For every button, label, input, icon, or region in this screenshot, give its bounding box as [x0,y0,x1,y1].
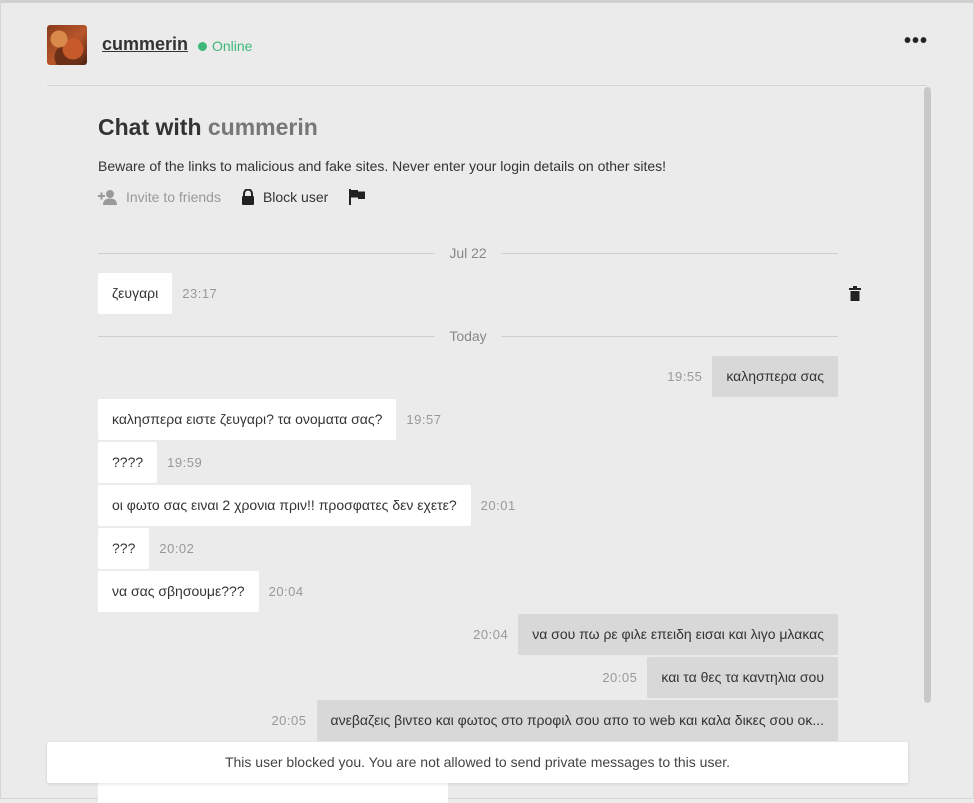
block-user-label: Block user [262,189,329,205]
online-status: Online [198,38,252,54]
message-bubble: καλησπερα σας [712,356,838,397]
message-time: 19:55 [667,369,703,384]
message-incoming: ??? 20:02 [98,528,194,569]
message-outgoing: 19:55 καλησπερα σας [667,356,838,397]
message-bubble: οι φωτο σας ειναι 2 χρονια πριν!! προσφα… [98,485,471,526]
date-separator-label: Today [449,328,487,344]
more-options-icon[interactable]: ••• [904,31,928,51]
chat-window: cummerin Online ••• Chat with cummerin B… [0,0,974,803]
report-button[interactable] [348,189,366,205]
message-incoming: καλησπερα ειστε ζευγαρι? τα ονοματα σας?… [98,399,441,440]
message-time: 20:05 [271,713,307,728]
message-time: 19:59 [167,455,203,470]
chat-title: Chat with cummerin [98,114,318,141]
message-bubble: καλησπερα ειστε ζευγαρι? τα ονοματα σας? [98,399,397,440]
flag-icon [348,189,366,205]
chat-title-prefix: Chat with [98,114,208,140]
message-bubble: ανεβαζεις βιντεο και φωτος στο προφιλ σο… [316,700,838,741]
username-link[interactable]: cummerin [102,34,188,55]
message-time: 20:04 [473,627,509,642]
message-bubble: ???? [98,442,158,483]
message-bubble: ??? [98,528,150,569]
security-warning: Beware of the links to malicious and fak… [98,158,667,174]
lock-icon [241,189,255,205]
online-dot-icon [198,41,207,51]
message-bubble: να σας σβησουμε??? [98,571,259,612]
blocked-notice: This user blocked you. You are not allow… [47,742,908,783]
message-time: 20:01 [480,498,516,513]
scrollbar[interactable] [924,87,931,703]
message-time: 20:04 [268,584,304,599]
trash-icon[interactable] [849,286,861,306]
message-time: 20:02 [159,541,195,556]
separator-line [500,335,839,337]
separator-line [500,252,839,254]
message-incoming: ζευγαρι 23:17 [98,273,217,314]
message-bubble-partial [98,783,448,803]
message-outgoing: 20:05 ανεβαζεις βιντεο και φωτος στο προ… [271,700,838,741]
separator-line [98,335,436,337]
message-outgoing: 20:05 και τα θες τα καντηλια σου [602,657,838,698]
message-outgoing: 20:04 να σου πω ρε φιλε επειδη εισαι και… [473,614,838,655]
message-time: 19:57 [406,412,442,427]
date-separator-label: Jul 22 [449,245,487,261]
message-incoming: να σας σβησουμε??? 20:04 [98,571,304,612]
message-bubble: ζευγαρι [98,273,173,314]
message-incoming: ???? 19:59 [98,442,202,483]
header-divider [47,85,927,86]
invite-to-friends-button[interactable]: Invite to friends [98,189,221,205]
chat-title-name: cummerin [207,114,318,140]
date-separator: Jul 22 [98,245,839,261]
message-time: 23:17 [182,286,218,301]
online-status-label: Online [212,38,253,54]
message-bubble: και τα θες τα καντηλια σου [647,657,838,698]
avatar[interactable] [47,25,87,65]
message-time: 20:05 [602,670,638,685]
message-incoming: οι φωτο σας ειναι 2 χρονια πριν!! προσφα… [98,485,516,526]
separator-line [98,252,436,254]
block-user-button[interactable]: Block user [241,189,328,205]
invite-to-friends-label: Invite to friends [126,189,221,205]
chat-actions: Invite to friends Block user [98,189,386,205]
message-bubble: να σου πω ρε φιλε επειδη εισαι και λιγο … [518,614,838,655]
date-separator: Today [98,328,839,344]
add-friend-icon [98,189,118,205]
